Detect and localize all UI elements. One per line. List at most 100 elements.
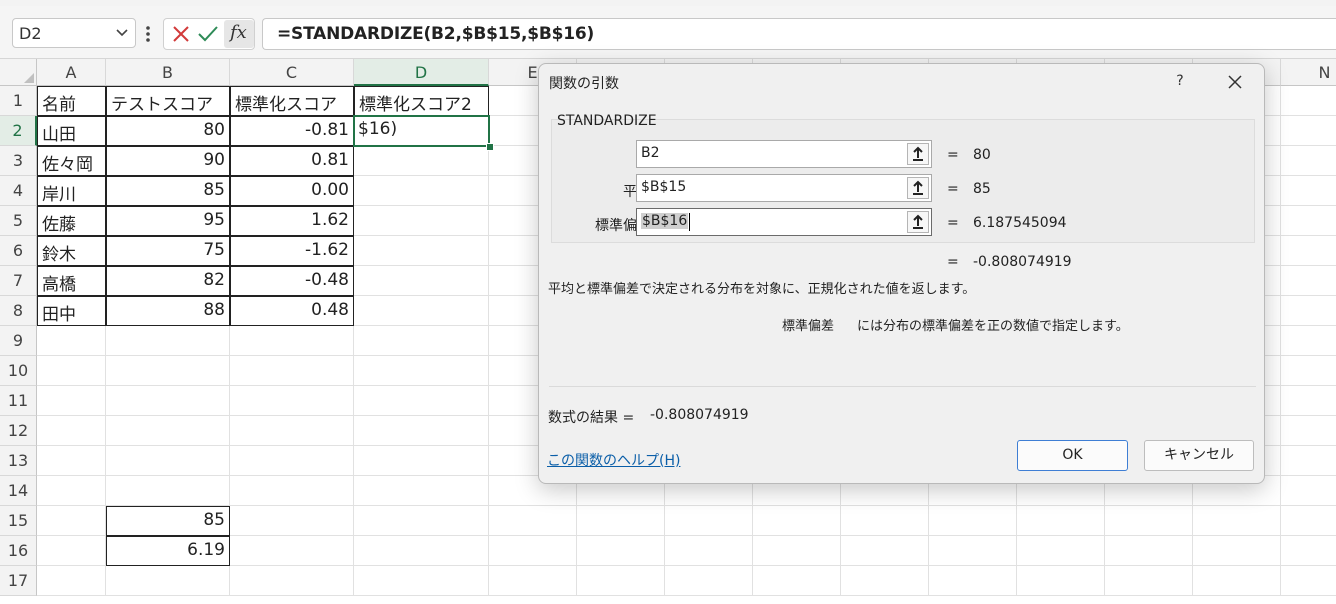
grid-cell[interactable]: 82	[106, 266, 230, 296]
grid-cell[interactable]: 佐々岡	[37, 146, 106, 176]
grid-cell[interactable]	[489, 566, 577, 596]
arg-input-x[interactable]: B2	[636, 140, 932, 168]
grid-cell[interactable]	[106, 566, 230, 596]
grid-cell[interactable]	[354, 296, 489, 326]
grid-cell[interactable]: テストスコア	[106, 86, 230, 116]
arg-input-mean[interactable]: $B$15	[636, 174, 932, 202]
grid-cell[interactable]	[106, 476, 230, 506]
grid-cell[interactable]	[354, 236, 489, 266]
grid-cell[interactable]	[354, 146, 489, 176]
row-header[interactable]: 11	[0, 386, 37, 416]
grid-cell[interactable]	[1281, 506, 1336, 536]
grid-cell[interactable]	[106, 416, 230, 446]
grid-cell[interactable]	[37, 386, 106, 416]
row-header[interactable]: 1	[0, 86, 37, 116]
grid-cell[interactable]: 田中	[37, 296, 106, 326]
grid-cell[interactable]	[577, 536, 665, 566]
grid-cell[interactable]	[929, 536, 1017, 566]
grid-cell[interactable]	[106, 326, 230, 356]
grid-cell[interactable]	[230, 446, 354, 476]
grid-cell[interactable]	[1281, 476, 1336, 506]
grid-cell[interactable]	[37, 326, 106, 356]
close-icon[interactable]	[1223, 70, 1247, 94]
name-box[interactable]: D2	[12, 18, 136, 48]
insert-function-button[interactable]: fx	[224, 20, 254, 48]
grid-cell[interactable]	[1281, 386, 1336, 416]
grid-cell[interactable]	[354, 176, 489, 206]
grid-cell[interactable]	[929, 566, 1017, 596]
grid-cell[interactable]	[354, 206, 489, 236]
grid-cell[interactable]: 75	[106, 236, 230, 266]
grid-cell[interactable]	[230, 476, 354, 506]
grid-cell[interactable]	[230, 356, 354, 386]
grid-cell[interactable]	[665, 536, 753, 566]
grid-cell[interactable]	[1281, 206, 1336, 236]
grid-cell[interactable]	[106, 446, 230, 476]
checkmark-icon[interactable]	[195, 21, 221, 47]
row-header[interactable]: 10	[0, 356, 37, 386]
grid-cell[interactable]: 名前	[37, 86, 106, 116]
grid-cell[interactable]: -1.62	[230, 236, 354, 266]
grid-cell[interactable]	[230, 386, 354, 416]
grid-cell[interactable]: 0.81	[230, 146, 354, 176]
grid-cell[interactable]: 0.48	[230, 296, 354, 326]
grid-cell[interactable]	[1281, 146, 1336, 176]
grid-cell[interactable]: 標準化スコア2	[354, 86, 489, 116]
grid-cell[interactable]	[665, 506, 753, 536]
grid-cell[interactable]	[1281, 446, 1336, 476]
grid-cell[interactable]	[1105, 506, 1193, 536]
grid-cell[interactable]	[354, 536, 489, 566]
row-header[interactable]: 9	[0, 326, 37, 356]
grid-cell[interactable]: 山田	[37, 116, 106, 146]
grid-cell[interactable]	[354, 446, 489, 476]
grid-cell[interactable]	[37, 536, 106, 566]
grid-cell[interactable]	[37, 506, 106, 536]
row-header[interactable]: 13	[0, 446, 37, 476]
ok-button[interactable]: OK	[1017, 440, 1128, 471]
grid-cell[interactable]: 岸川	[37, 176, 106, 206]
grid-cell[interactable]: 6.19	[106, 536, 230, 566]
grid-cell[interactable]	[665, 566, 753, 596]
grid-cell[interactable]	[929, 506, 1017, 536]
grid-cell[interactable]	[753, 566, 841, 596]
grid-cell[interactable]	[1105, 536, 1193, 566]
grid-cell[interactable]: 88	[106, 296, 230, 326]
collapse-dialog-button-stdev[interactable]	[907, 211, 929, 233]
grid-cell[interactable]	[1105, 566, 1193, 596]
row-header[interactable]: 12	[0, 416, 37, 446]
grid-cell[interactable]	[1281, 566, 1336, 596]
grid-cell[interactable]: 1.62	[230, 206, 354, 236]
grid-cell[interactable]	[1281, 416, 1336, 446]
function-help-link[interactable]: この関数のヘルプ(H)	[547, 450, 680, 470]
grid-cell[interactable]	[1281, 536, 1336, 566]
grid-cell[interactable]	[37, 416, 106, 446]
row-header[interactable]: 7	[0, 266, 37, 296]
column-header-b[interactable]: B	[106, 59, 230, 86]
grid-cell[interactable]	[230, 506, 354, 536]
row-header[interactable]: 5	[0, 206, 37, 236]
grid-cell[interactable]	[1017, 566, 1105, 596]
grid-cell[interactable]	[354, 506, 489, 536]
grid-cell[interactable]	[37, 476, 106, 506]
grid-cell[interactable]: -0.48	[230, 266, 354, 296]
grid-cell[interactable]	[1281, 236, 1336, 266]
grid-cell[interactable]	[354, 416, 489, 446]
column-header-n[interactable]: N	[1281, 59, 1336, 86]
grid-cell[interactable]: 標準化スコア	[230, 86, 354, 116]
cancel-button[interactable]: キャンセル	[1144, 440, 1254, 471]
grid-cell[interactable]	[1193, 566, 1281, 596]
grid-cell[interactable]	[1193, 536, 1281, 566]
grid-cell[interactable]	[230, 536, 354, 566]
row-header[interactable]: 6	[0, 236, 37, 266]
grid-cell[interactable]	[354, 266, 489, 296]
grid-cell[interactable]	[1281, 356, 1336, 386]
grid-cell[interactable]	[1281, 326, 1336, 356]
grid-cell[interactable]	[37, 566, 106, 596]
grid-cell[interactable]	[841, 536, 929, 566]
grid-cell[interactable]	[230, 416, 354, 446]
grid-cell[interactable]	[577, 566, 665, 596]
column-header-d[interactable]: D	[354, 59, 489, 86]
grid-cell[interactable]	[106, 356, 230, 386]
grid-cell[interactable]	[354, 326, 489, 356]
grid-cell[interactable]	[753, 506, 841, 536]
